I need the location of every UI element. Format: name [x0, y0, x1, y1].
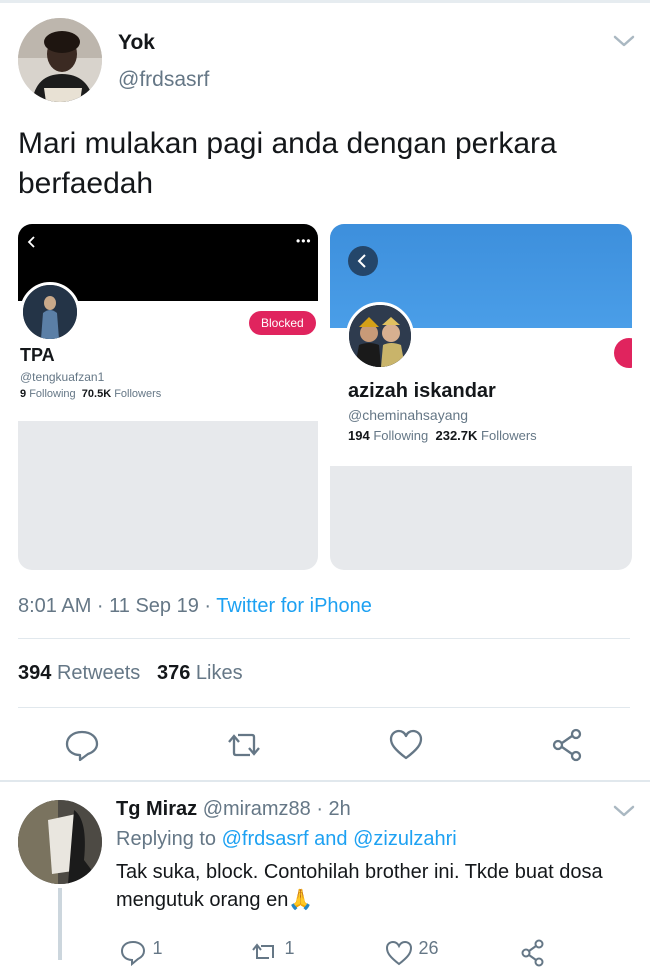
share-icon[interactable]: [518, 938, 548, 973]
following-label: Following: [29, 388, 76, 400]
like-icon: [385, 940, 413, 966]
reply-author-name[interactable]: Tg Miraz: [116, 798, 197, 820]
tweet-time: 8:01 AM · 11 Sep 19 ·: [18, 595, 217, 617]
share-icon[interactable]: [548, 727, 588, 763]
blocked-badge: Blocked: [249, 311, 316, 335]
replying-to: Replying to @frdsasrf and @zizulzahri: [116, 828, 457, 851]
profile-name: azizah iskandar: [348, 380, 496, 402]
chevron-down-icon[interactable]: [612, 32, 636, 50]
divider: [18, 707, 630, 708]
retweets-count[interactable]: 394: [18, 662, 51, 684]
section-divider: [0, 780, 650, 782]
author-name[interactable]: Yok: [118, 31, 155, 55]
reply-author-handle[interactable]: @miramz88 · 2h: [203, 798, 351, 820]
likes-label[interactable]: Likes: [196, 662, 243, 684]
reply-action-reply[interactable]: 1: [118, 938, 162, 968]
profile-handle: @tengkuafzan1: [20, 370, 105, 384]
profile-stats: 9 Following 70.5K Followers: [20, 388, 161, 400]
following-count: 194: [348, 428, 370, 443]
profile-handle: @cheminahsayang: [348, 407, 469, 423]
tweet-timestamp: 8:01 AM · 11 Sep 19 · Twitter for iPhone: [18, 595, 372, 618]
retweet-count: 1: [284, 938, 295, 958]
like-icon[interactable]: [386, 727, 426, 763]
thread-line: [58, 888, 62, 960]
reply-action-retweet[interactable]: 1: [250, 938, 294, 968]
profile-stats: 194 Following 232.7K Followers: [348, 428, 537, 443]
likes-count[interactable]: 376: [157, 662, 190, 684]
reply-author-line: Tg Miraz @miramz88 · 2h: [116, 798, 351, 821]
profile-avatar: [346, 302, 414, 370]
reply-text: Tak suka, block. Contohilah brother ini.…: [116, 861, 603, 911]
replying-to-links[interactable]: @frdsasrf and @zizulzahri: [222, 828, 457, 850]
reply-author-avatar[interactable]: [18, 800, 102, 884]
chevron-down-icon[interactable]: [612, 802, 636, 825]
replying-prefix: Replying to: [116, 828, 222, 850]
tweet-text: Mari mulakan pagi anda dengan perkara be…: [18, 127, 557, 200]
reply-count: 1: [152, 938, 163, 958]
back-icon: [348, 246, 378, 276]
profile-name: TPA: [20, 345, 55, 365]
tweet-stats: 394 Retweets 376 Likes: [18, 662, 243, 685]
followers-count: 70.5K: [81, 388, 112, 400]
retweet-icon: [252, 943, 274, 959]
author-avatar[interactable]: [18, 18, 102, 102]
author-handle[interactable]: @frdsasrf: [118, 68, 209, 92]
profile-card-azizah[interactable]: azizah iskandar @cheminahsayang 194 Foll…: [330, 224, 632, 570]
profile-card-tpa[interactable]: ••• Blocked TPA @tengkuafzan1 9 Followin…: [18, 224, 318, 570]
followers-count: 232.7K: [435, 428, 478, 443]
more-icon: •••: [296, 234, 312, 248]
reply-icon[interactable]: [62, 727, 102, 763]
reply-icon: [120, 940, 146, 967]
following-label: Following: [373, 428, 429, 443]
divider: [18, 638, 630, 639]
profile-avatar: [20, 282, 80, 342]
back-icon: [26, 234, 38, 255]
like-count: 26: [418, 938, 439, 958]
followers-label: Followers: [481, 428, 537, 443]
reply-action-like[interactable]: 26: [384, 938, 438, 968]
tweet-source-link[interactable]: Twitter for iPhone: [216, 595, 372, 617]
following-count: 9: [20, 388, 27, 400]
retweet-icon[interactable]: [224, 727, 264, 763]
top-divider: [0, 0, 650, 3]
followers-label: Followers: [114, 388, 162, 400]
retweets-label[interactable]: Retweets: [57, 662, 140, 684]
